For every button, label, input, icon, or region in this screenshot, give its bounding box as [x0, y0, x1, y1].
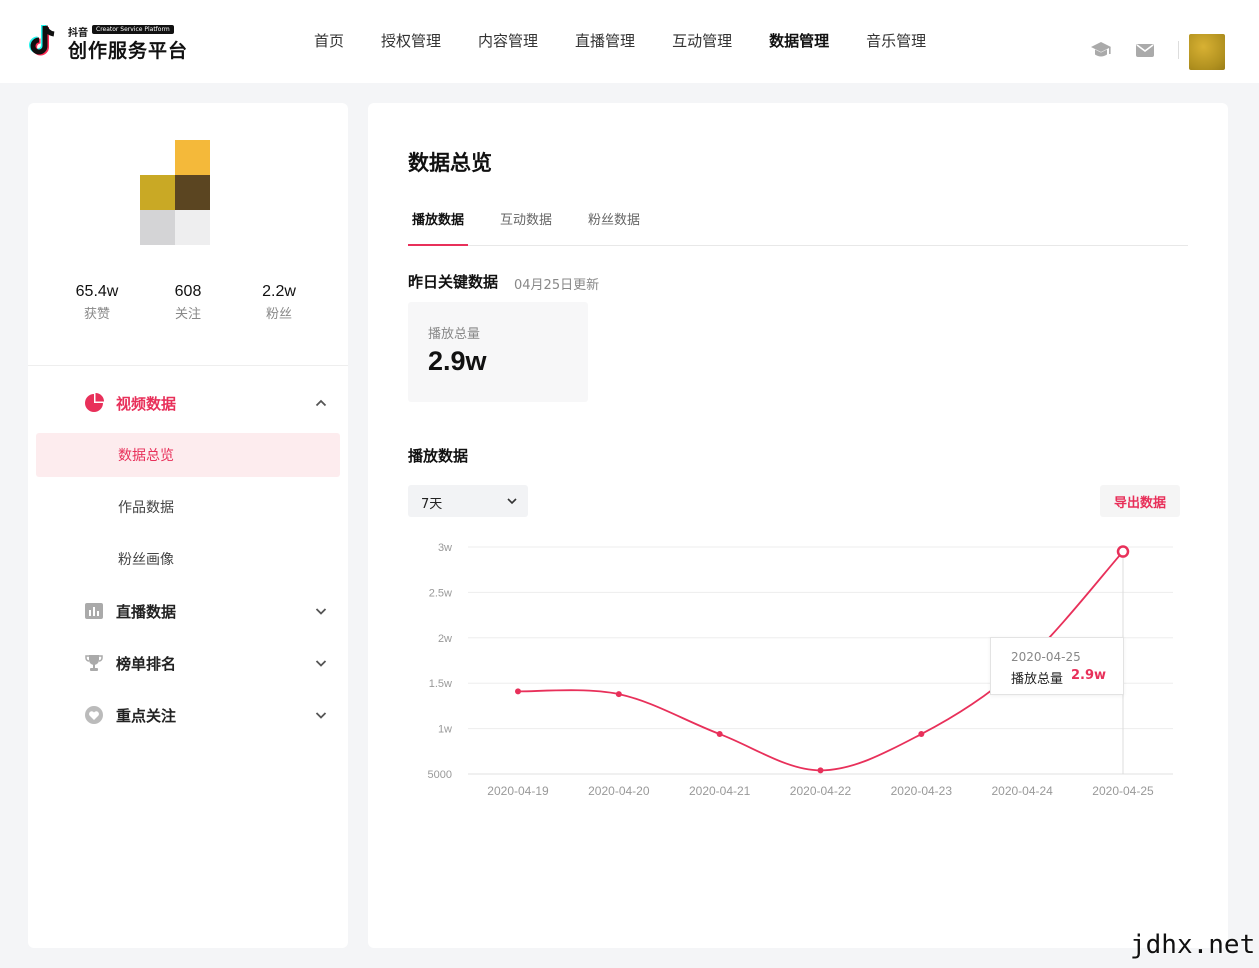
y-tick-label: 1.5w: [429, 678, 452, 690]
profile-avatar: [140, 140, 210, 245]
top-divider: [1178, 41, 1179, 59]
x-tick-label: 2020-04-23: [891, 784, 953, 798]
nav-home[interactable]: 首页: [314, 30, 344, 51]
x-tick-label: 2020-04-22: [790, 784, 852, 798]
x-tick-label: 2020-04-25: [1092, 784, 1154, 798]
main-panel: 数据总览 播放数据 互动数据 粉丝数据 昨日关键数据 04月25日更新 播放总量…: [368, 103, 1228, 948]
stat-following: 608 关注: [148, 283, 228, 322]
sidebar-group-video-data[interactable]: 视频数据: [28, 385, 348, 421]
main-nav: 首页 授权管理 内容管理 直播管理 互动管理 数据管理 音乐管理: [314, 30, 963, 51]
sidebar-group-live-data[interactable]: 直播数据: [28, 593, 348, 629]
sidebar-group-label: 直播数据: [116, 602, 177, 621]
watermark: jdhx.net: [1130, 930, 1256, 960]
stat-likes-label: 获赞: [83, 307, 110, 322]
graduation-cap-icon[interactable]: [1090, 40, 1112, 60]
trophy-icon: [85, 655, 103, 671]
chevron-up-icon: [315, 399, 327, 407]
x-tick-label: 2020-04-19: [487, 784, 549, 798]
stat-following-value: 608: [174, 283, 202, 300]
sidebar-group-focus[interactable]: 重点关注: [28, 697, 348, 733]
data-point: [918, 731, 925, 738]
sidebar-group-ranking[interactable]: 榜单排名: [28, 645, 348, 681]
y-tick-label: 1w: [438, 724, 452, 736]
y-tick-label: 3w: [438, 542, 452, 554]
play-data-line-chart: 5000 1w 1.5w 2w 2.5w 3w 2020-04-19 2020-04-20 20…: [428, 542, 1173, 798]
sidebar-item-fan-profile[interactable]: 粉丝画像: [36, 537, 340, 581]
nav-authorization[interactable]: 授权管理: [381, 30, 441, 51]
tooltip-date: 2020-04-25: [1011, 650, 1081, 664]
y-tick-label: 2.5w: [429, 587, 452, 599]
sidebar-group-label: 重点关注: [116, 706, 177, 725]
pie-chart-icon: [85, 393, 104, 412]
bar-chart-icon: [85, 603, 103, 619]
y-tick-label: 5000: [428, 769, 452, 781]
mail-icon[interactable]: [1134, 40, 1156, 60]
nav-interaction[interactable]: 互动管理: [672, 30, 732, 51]
stat-fans-label: 粉丝: [265, 307, 292, 322]
nav-content[interactable]: 内容管理: [478, 30, 538, 51]
tiktok-logo-icon: [29, 25, 55, 56]
top-bar: 抖音 Creator Service Platform 创作服务平台 首页 授权…: [0, 0, 1259, 83]
user-avatar[interactable]: [1189, 34, 1225, 70]
chart-tooltip: 2020-04-25 播放总量 2.9w: [990, 637, 1124, 695]
sidebar-divider: [28, 365, 348, 366]
data-point: [817, 767, 824, 774]
sidebar-item-works-data[interactable]: 作品数据: [36, 485, 340, 529]
data-point: [716, 731, 723, 738]
stat-fans-value: 2.2w: [262, 283, 296, 300]
sidebar-item-label: 粉丝画像: [118, 552, 174, 568]
sidebar-item-overview[interactable]: 数据总览: [36, 433, 340, 477]
platform-logo[interactable]: 抖音 Creator Service Platform 创作服务平台: [28, 22, 208, 62]
nav-live[interactable]: 直播管理: [575, 30, 635, 51]
x-tick-label: 2020-04-24: [991, 784, 1053, 798]
heart-icon: [85, 706, 103, 724]
stat-likes-value: 65.4w: [75, 283, 119, 300]
tooltip-label: 播放总量: [1011, 672, 1064, 687]
chevron-down-icon: [315, 712, 327, 719]
sidebar: 65.4w 获赞 608 关注 2.2w 粉丝 视频数据 数据总览 作品数据 粉…: [28, 103, 348, 948]
nav-music[interactable]: 音乐管理: [866, 30, 926, 51]
y-tick-label: 2w: [438, 633, 452, 645]
x-tick-label: 2020-04-20: [588, 784, 650, 798]
sidebar-item-label: 数据总览: [118, 448, 174, 464]
stat-likes: 65.4w 获赞: [57, 283, 137, 322]
x-tick-label: 2020-04-21: [689, 784, 751, 798]
stat-following-label: 关注: [174, 307, 201, 322]
data-point: [515, 688, 521, 695]
logo-title: 创作服务平台: [68, 40, 189, 62]
data-point: [615, 691, 622, 698]
sidebar-item-label: 作品数据: [118, 500, 174, 516]
stat-fans: 2.2w 粉丝: [239, 283, 319, 322]
top-icons: [1090, 30, 1225, 70]
sidebar-group-label: 视频数据: [116, 394, 177, 413]
chevron-down-icon: [315, 660, 327, 667]
nav-data[interactable]: 数据管理: [769, 30, 829, 51]
tooltip-value: 2.9w: [1071, 668, 1107, 683]
logo-badge: Creator Service Platform: [92, 25, 174, 34]
data-point-highlight: [1116, 545, 1130, 558]
chevron-down-icon: [315, 608, 327, 615]
sidebar-group-label: 榜单排名: [116, 654, 177, 673]
